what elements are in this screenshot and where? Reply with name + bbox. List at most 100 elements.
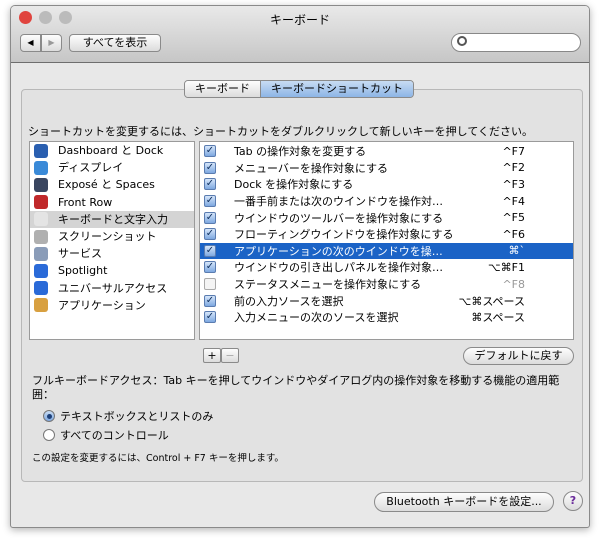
remove-button[interactable]: − (221, 348, 239, 363)
shortcut-label: Dock を操作対象にする (234, 178, 354, 192)
category-label: キーボードと文字入力 (58, 212, 168, 226)
shortcut-key[interactable]: ^F6 (502, 228, 525, 241)
tab-keyboard-shortcuts[interactable]: キーボードショートカット (260, 81, 413, 97)
radio-all-controls[interactable]: すべてのコントロール (43, 427, 169, 443)
category-item[interactable]: ディスプレイ (30, 159, 194, 176)
shortcut-key[interactable]: ^F5 (502, 211, 525, 224)
preferences-window: キーボード ◀ ▶ すべてを表示 キーボード キーボードショートカット ショート… (10, 5, 590, 528)
category-item[interactable]: スクリーンショット (30, 228, 194, 245)
shortcut-checkbox[interactable]: ✓ (204, 211, 216, 224)
help-button[interactable]: ? (563, 491, 583, 511)
category-item[interactable]: アプリケーション (30, 297, 194, 314)
shortcut-row[interactable]: ✓ メニューバーを操作対象にする ^F2 (200, 160, 573, 177)
radio-label: すべてのコントロール (60, 429, 169, 442)
shortcut-row[interactable]: ✓ Dock を操作対象にする ^F3 (200, 176, 573, 193)
front-row-icon (34, 195, 48, 210)
category-label: アプリケーション (58, 298, 146, 312)
category-item[interactable]: Exposé と Spaces (30, 176, 194, 193)
shortcut-checkbox[interactable]: ✓ (204, 244, 216, 257)
shortcuts-panel: ショートカットを変更するには、ショートカットをダブルクリックして新しいキーを押し… (21, 89, 583, 482)
radio-label: テキストボックスとリストのみ (60, 410, 214, 423)
shortcut-label: ウインドウの引き出しパネルを操作対象… (234, 261, 443, 275)
screenshot-icon (34, 229, 48, 244)
restore-defaults-button[interactable]: デフォルトに戻す (463, 347, 574, 365)
shortcut-label: ステータスメニューを操作対象にする (234, 278, 422, 292)
shortcut-key[interactable]: ⌥⌘F1 (488, 261, 525, 274)
shortcut-list[interactable]: ✓ Tab の操作対象を変更する ^F7 ✓ メニューバーを操作対象にする ^F2 ✓ Doc… (199, 141, 574, 340)
shortcut-key[interactable]: ^F4 (502, 195, 525, 208)
shortcut-row[interactable]: ✓ フローティングウインドウを操作対象にする ^F6 (200, 226, 573, 243)
category-label: Spotlight (58, 264, 108, 278)
shortcut-row[interactable]: ✓ 一番手前または次のウインドウを操作対… ^F4 (200, 193, 573, 210)
category-item[interactable]: Front Row (30, 194, 194, 211)
shortcut-row[interactable]: ✓ ウインドウの引き出しパネルを操作対象… ⌥⌘F1 (200, 259, 573, 276)
shortcut-checkbox[interactable]: ✓ (204, 195, 216, 208)
back-button[interactable]: ◀ (20, 34, 41, 52)
category-item[interactable]: キーボードと文字入力 (30, 210, 194, 228)
category-list[interactable]: Dashboard と Dock ディスプレイ Exposé と Spaces Fro… (29, 141, 195, 340)
category-item[interactable]: ユニバーサルアクセス (30, 280, 194, 297)
category-item[interactable]: Dashboard と Dock (30, 142, 194, 159)
shortcut-key[interactable]: ^F8 (502, 278, 525, 291)
shortcut-checkbox[interactable]: ✓ (204, 178, 216, 191)
shortcut-label: 前の入力ソースを選択 (234, 294, 344, 308)
category-item[interactable]: Spotlight (30, 262, 194, 279)
shortcut-checkbox[interactable]: ✓ (204, 228, 216, 241)
shortcut-label: メニューバーを操作対象にする (234, 161, 388, 175)
shortcut-checkbox[interactable]: ✓ (204, 311, 216, 324)
dashboard-icon (34, 143, 48, 158)
shortcut-row[interactable]: ✓ アプリケーションの次のウインドウを操… ⌘` (200, 242, 573, 260)
setup-bluetooth-keyboard-button[interactable]: Bluetooth キーボードを設定... (374, 492, 554, 512)
shortcut-label: 入力メニューの次のソースを選択 (234, 311, 399, 325)
shortcut-label: ウインドウのツールバーを操作対象にする (234, 211, 444, 225)
shortcut-key[interactable]: ⌥⌘スペース (459, 293, 525, 309)
gear-icon (34, 246, 48, 261)
shortcut-checkbox[interactable] (204, 278, 216, 291)
radio-text-boxes-lists[interactable]: テキストボックスとリストのみ (43, 408, 213, 424)
category-item[interactable]: サービス (30, 245, 194, 262)
tab-bar: キーボード キーボードショートカット (184, 80, 414, 98)
search-input[interactable] (451, 33, 581, 52)
shortcut-key[interactable]: ^F3 (502, 178, 525, 191)
category-label: ディスプレイ (58, 161, 124, 175)
category-label: ユニバーサルアクセス (58, 281, 168, 295)
shortcut-label: フローティングウインドウを操作対象にする (234, 228, 454, 242)
shortcut-checkbox[interactable]: ✓ (204, 294, 216, 307)
show-all-button[interactable]: すべてを表示 (69, 34, 161, 52)
radio-selected-icon (43, 410, 55, 422)
shortcut-label: 一番手前または次のウインドウを操作対… (234, 195, 443, 209)
shortcut-row[interactable]: ✓ Tab の操作対象を変更する ^F7 (200, 143, 573, 160)
title-bar: キーボード ◀ ▶ すべてを表示 (11, 6, 589, 63)
forward-button[interactable]: ▶ (41, 34, 62, 52)
window-title: キーボード (269, 13, 330, 27)
expose-icon (34, 177, 48, 192)
display-icon (34, 160, 48, 175)
category-label: サービス (58, 247, 102, 261)
shortcut-row[interactable]: ✓ 前の入力ソースを選択 ⌥⌘スペース (200, 292, 573, 309)
spotlight-icon (34, 263, 48, 278)
shortcut-checkbox[interactable]: ✓ (204, 161, 216, 174)
shortcut-row[interactable]: ✓ ウインドウのツールバーを操作対象にする ^F5 (200, 209, 573, 226)
shortcut-key[interactable]: ⌘スペース (471, 309, 525, 325)
category-label: Front Row (58, 195, 113, 209)
tab-keyboard[interactable]: キーボード (185, 81, 260, 97)
add-button[interactable]: + (203, 348, 221, 363)
instruction-text: ショートカットを変更するには、ショートカットをダブルクリックして新しいキーを押し… (28, 125, 534, 138)
shortcut-row[interactable]: ステータスメニューを操作対象にする ^F8 (200, 276, 573, 293)
shortcut-row[interactable]: ✓ 入力メニューの次のソースを選択 ⌘スペース (200, 309, 573, 326)
keyboard-icon (34, 212, 48, 227)
applications-icon (34, 298, 48, 313)
shortcut-label: Tab の操作対象を変更する (234, 145, 367, 159)
universal-access-icon (34, 281, 48, 296)
shortcut-key[interactable]: ⌘` (509, 244, 526, 257)
shortcut-checkbox[interactable]: ✓ (204, 145, 216, 158)
shortcut-checkbox[interactable]: ✓ (204, 261, 216, 274)
radio-unselected-icon (43, 429, 55, 441)
note-text: この設定を変更するには、Control + F7 キーを押します。 (32, 453, 284, 464)
shortcut-key[interactable]: ^F7 (502, 145, 525, 158)
shortcut-label: アプリケーションの次のウインドウを操… (234, 244, 443, 258)
search-icon (457, 36, 467, 46)
shortcut-key[interactable]: ^F2 (502, 161, 525, 174)
category-label: スクリーンショット (58, 230, 157, 244)
category-label: Exposé と Spaces (58, 178, 155, 192)
